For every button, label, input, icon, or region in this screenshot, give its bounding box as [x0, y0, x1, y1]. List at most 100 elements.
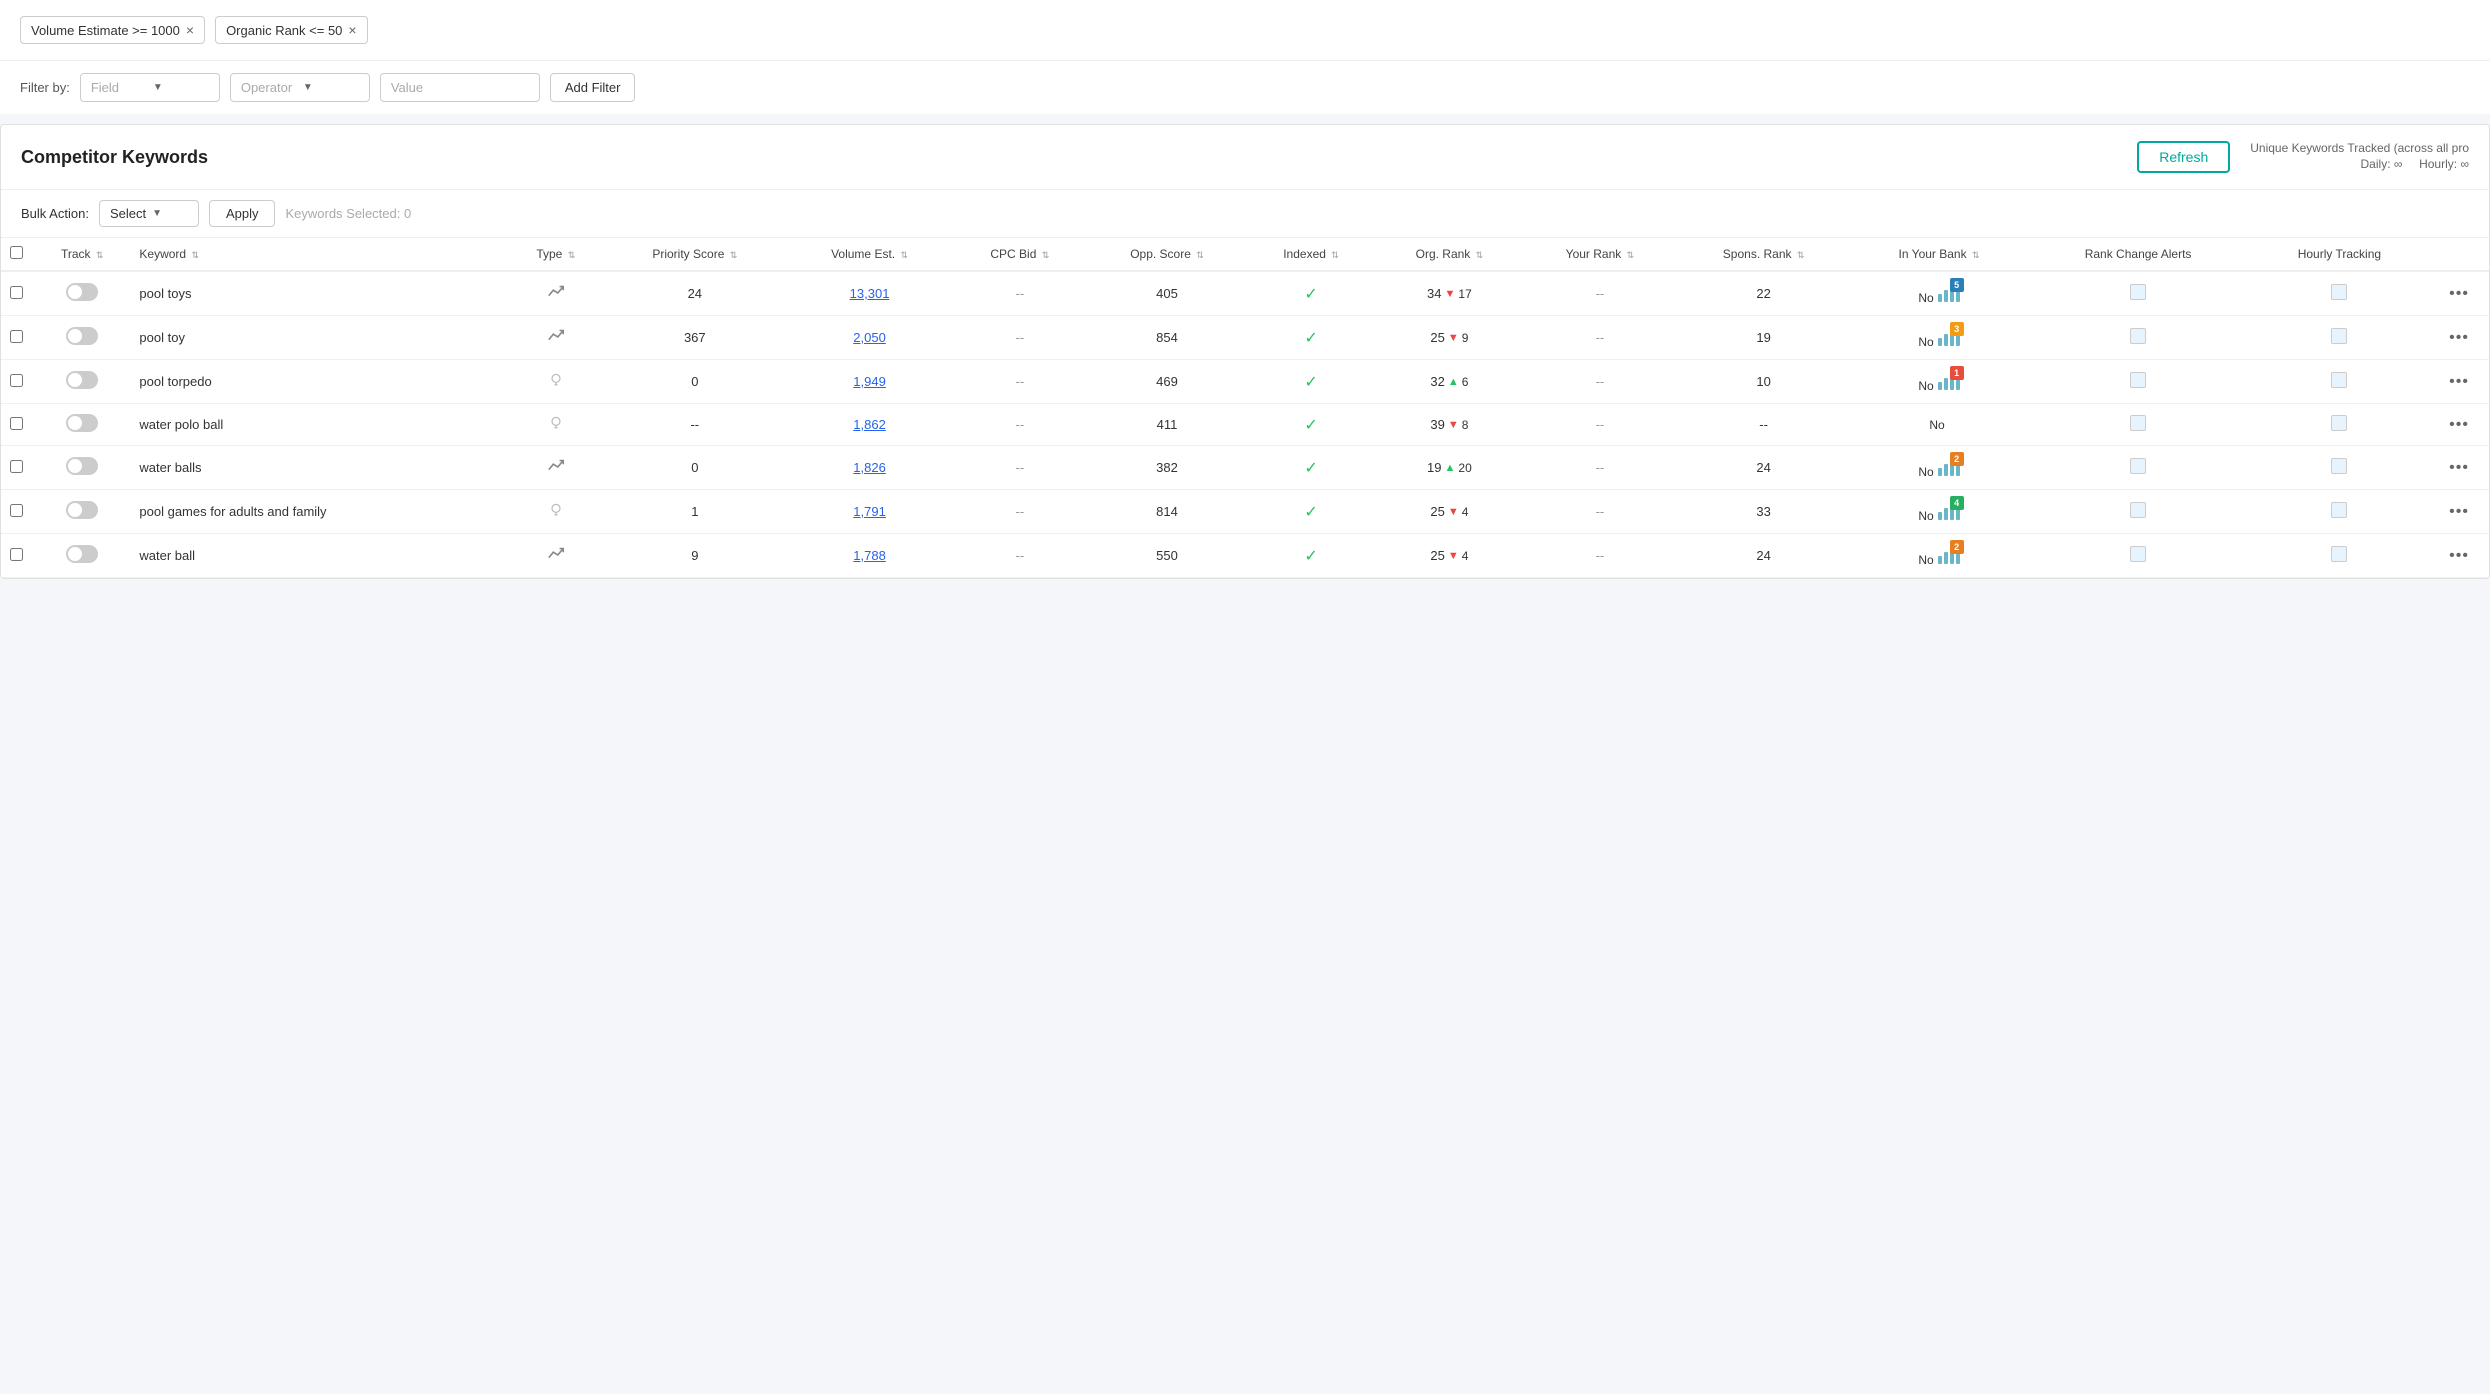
- row-volume-est[interactable]: 2,050: [786, 316, 953, 360]
- row-volume-est[interactable]: 1,862: [786, 404, 953, 446]
- rank-alert-checkbox[interactable]: [2130, 372, 2146, 388]
- volume-link[interactable]: 13,301: [850, 286, 890, 301]
- row-volume-est[interactable]: 13,301: [786, 271, 953, 316]
- header-spons-rank[interactable]: Spons. Rank ⇅: [1676, 238, 1852, 271]
- more-options-icon[interactable]: •••: [2449, 547, 2469, 564]
- row-checkbox[interactable]: [10, 548, 23, 561]
- add-filter-button[interactable]: Add Filter: [550, 73, 636, 102]
- row-more[interactable]: •••: [2429, 446, 2489, 490]
- row-track-toggle[interactable]: [31, 446, 133, 490]
- header-indexed[interactable]: Indexed ⇅: [1247, 238, 1374, 271]
- row-checkbox-cell[interactable]: [1, 316, 31, 360]
- row-hourly[interactable]: [2250, 360, 2429, 404]
- row-rank-alert[interactable]: [2026, 490, 2249, 534]
- hourly-checkbox[interactable]: [2331, 546, 2347, 562]
- bank-bar-chart-icon[interactable]: 3: [1938, 326, 1960, 346]
- header-cpc-bid[interactable]: CPC Bid ⇅: [953, 238, 1086, 271]
- row-checkbox-cell[interactable]: [1, 404, 31, 446]
- rank-alert-checkbox[interactable]: [2130, 502, 2146, 518]
- apply-button[interactable]: Apply: [209, 200, 276, 227]
- bank-bar-chart-icon[interactable]: 5: [1938, 282, 1960, 302]
- filter-chip-rank[interactable]: Organic Rank <= 50 ×: [215, 16, 368, 44]
- hourly-checkbox[interactable]: [2331, 372, 2347, 388]
- row-track-toggle[interactable]: [31, 271, 133, 316]
- row-track-toggle[interactable]: [31, 360, 133, 404]
- row-checkbox-cell[interactable]: [1, 534, 31, 578]
- hourly-checkbox[interactable]: [2331, 415, 2347, 431]
- row-hourly[interactable]: [2250, 316, 2429, 360]
- track-toggle[interactable]: [66, 457, 98, 475]
- header-org-rank[interactable]: Org. Rank ⇅: [1375, 238, 1525, 271]
- track-toggle[interactable]: [66, 414, 98, 432]
- field-dropdown[interactable]: Field ▼: [80, 73, 220, 102]
- header-track[interactable]: Track ⇅: [31, 238, 133, 271]
- track-toggle[interactable]: [66, 371, 98, 389]
- more-options-icon[interactable]: •••: [2449, 373, 2469, 390]
- row-rank-alert[interactable]: [2026, 360, 2249, 404]
- track-toggle[interactable]: [66, 327, 98, 345]
- row-more[interactable]: •••: [2429, 534, 2489, 578]
- more-options-icon[interactable]: •••: [2449, 329, 2469, 346]
- row-hourly[interactable]: [2250, 404, 2429, 446]
- row-rank-alert[interactable]: [2026, 534, 2249, 578]
- row-track-toggle[interactable]: [31, 404, 133, 446]
- header-volume-est[interactable]: Volume Est. ⇅: [786, 238, 953, 271]
- row-checkbox-cell[interactable]: [1, 360, 31, 404]
- row-checkbox[interactable]: [10, 504, 23, 517]
- row-track-toggle[interactable]: [31, 316, 133, 360]
- rank-alert-checkbox[interactable]: [2130, 284, 2146, 300]
- rank-alert-checkbox[interactable]: [2130, 458, 2146, 474]
- header-checkbox-cell[interactable]: [1, 238, 31, 271]
- row-rank-alert[interactable]: [2026, 316, 2249, 360]
- row-checkbox[interactable]: [10, 374, 23, 387]
- row-hourly[interactable]: [2250, 534, 2429, 578]
- row-more[interactable]: •••: [2429, 271, 2489, 316]
- more-options-icon[interactable]: •••: [2449, 459, 2469, 476]
- row-volume-est[interactable]: 1,949: [786, 360, 953, 404]
- select-all-checkbox[interactable]: [10, 246, 23, 259]
- row-track-toggle[interactable]: [31, 490, 133, 534]
- row-checkbox[interactable]: [10, 286, 23, 299]
- rank-alert-checkbox[interactable]: [2130, 328, 2146, 344]
- row-checkbox-cell[interactable]: [1, 446, 31, 490]
- row-rank-alert[interactable]: [2026, 404, 2249, 446]
- row-more[interactable]: •••: [2429, 404, 2489, 446]
- operator-dropdown[interactable]: Operator ▼: [230, 73, 370, 102]
- row-volume-est[interactable]: 1,826: [786, 446, 953, 490]
- row-volume-est[interactable]: 1,788: [786, 534, 953, 578]
- volume-link[interactable]: 1,949: [853, 374, 886, 389]
- hourly-checkbox[interactable]: [2331, 284, 2347, 300]
- header-your-rank[interactable]: Your Rank ⇅: [1524, 238, 1675, 271]
- value-input[interactable]: Value: [380, 73, 540, 102]
- row-hourly[interactable]: [2250, 446, 2429, 490]
- row-rank-alert[interactable]: [2026, 271, 2249, 316]
- rank-alert-checkbox[interactable]: [2130, 415, 2146, 431]
- row-hourly[interactable]: [2250, 490, 2429, 534]
- filter-chip-volume-close[interactable]: ×: [186, 22, 194, 38]
- volume-link[interactable]: 1,791: [853, 504, 886, 519]
- volume-link[interactable]: 1,826: [853, 460, 886, 475]
- row-more[interactable]: •••: [2429, 490, 2489, 534]
- row-checkbox[interactable]: [10, 460, 23, 473]
- row-track-toggle[interactable]: [31, 534, 133, 578]
- hourly-checkbox[interactable]: [2331, 502, 2347, 518]
- header-type[interactable]: Type ⇅: [508, 238, 604, 271]
- bank-bar-chart-icon[interactable]: 4: [1938, 500, 1960, 520]
- row-checkbox-cell[interactable]: [1, 490, 31, 534]
- volume-link[interactable]: 2,050: [853, 330, 886, 345]
- filter-chip-rank-close[interactable]: ×: [348, 22, 356, 38]
- volume-link[interactable]: 1,862: [853, 417, 886, 432]
- row-more[interactable]: •••: [2429, 316, 2489, 360]
- header-opp-score[interactable]: Opp. Score ⇅: [1087, 238, 1248, 271]
- more-options-icon[interactable]: •••: [2449, 503, 2469, 520]
- bank-bar-chart-icon[interactable]: 2: [1938, 456, 1960, 476]
- track-toggle[interactable]: [66, 283, 98, 301]
- bank-bar-chart-icon[interactable]: 2: [1938, 544, 1960, 564]
- more-options-icon[interactable]: •••: [2449, 416, 2469, 433]
- volume-link[interactable]: 1,788: [853, 548, 886, 563]
- filter-chip-volume[interactable]: Volume Estimate >= 1000 ×: [20, 16, 205, 44]
- hourly-checkbox[interactable]: [2331, 328, 2347, 344]
- header-keyword[interactable]: Keyword ⇅: [133, 238, 508, 271]
- header-in-bank[interactable]: In Your Bank ⇅: [1852, 238, 2027, 271]
- bank-bar-chart-icon[interactable]: 1: [1938, 370, 1960, 390]
